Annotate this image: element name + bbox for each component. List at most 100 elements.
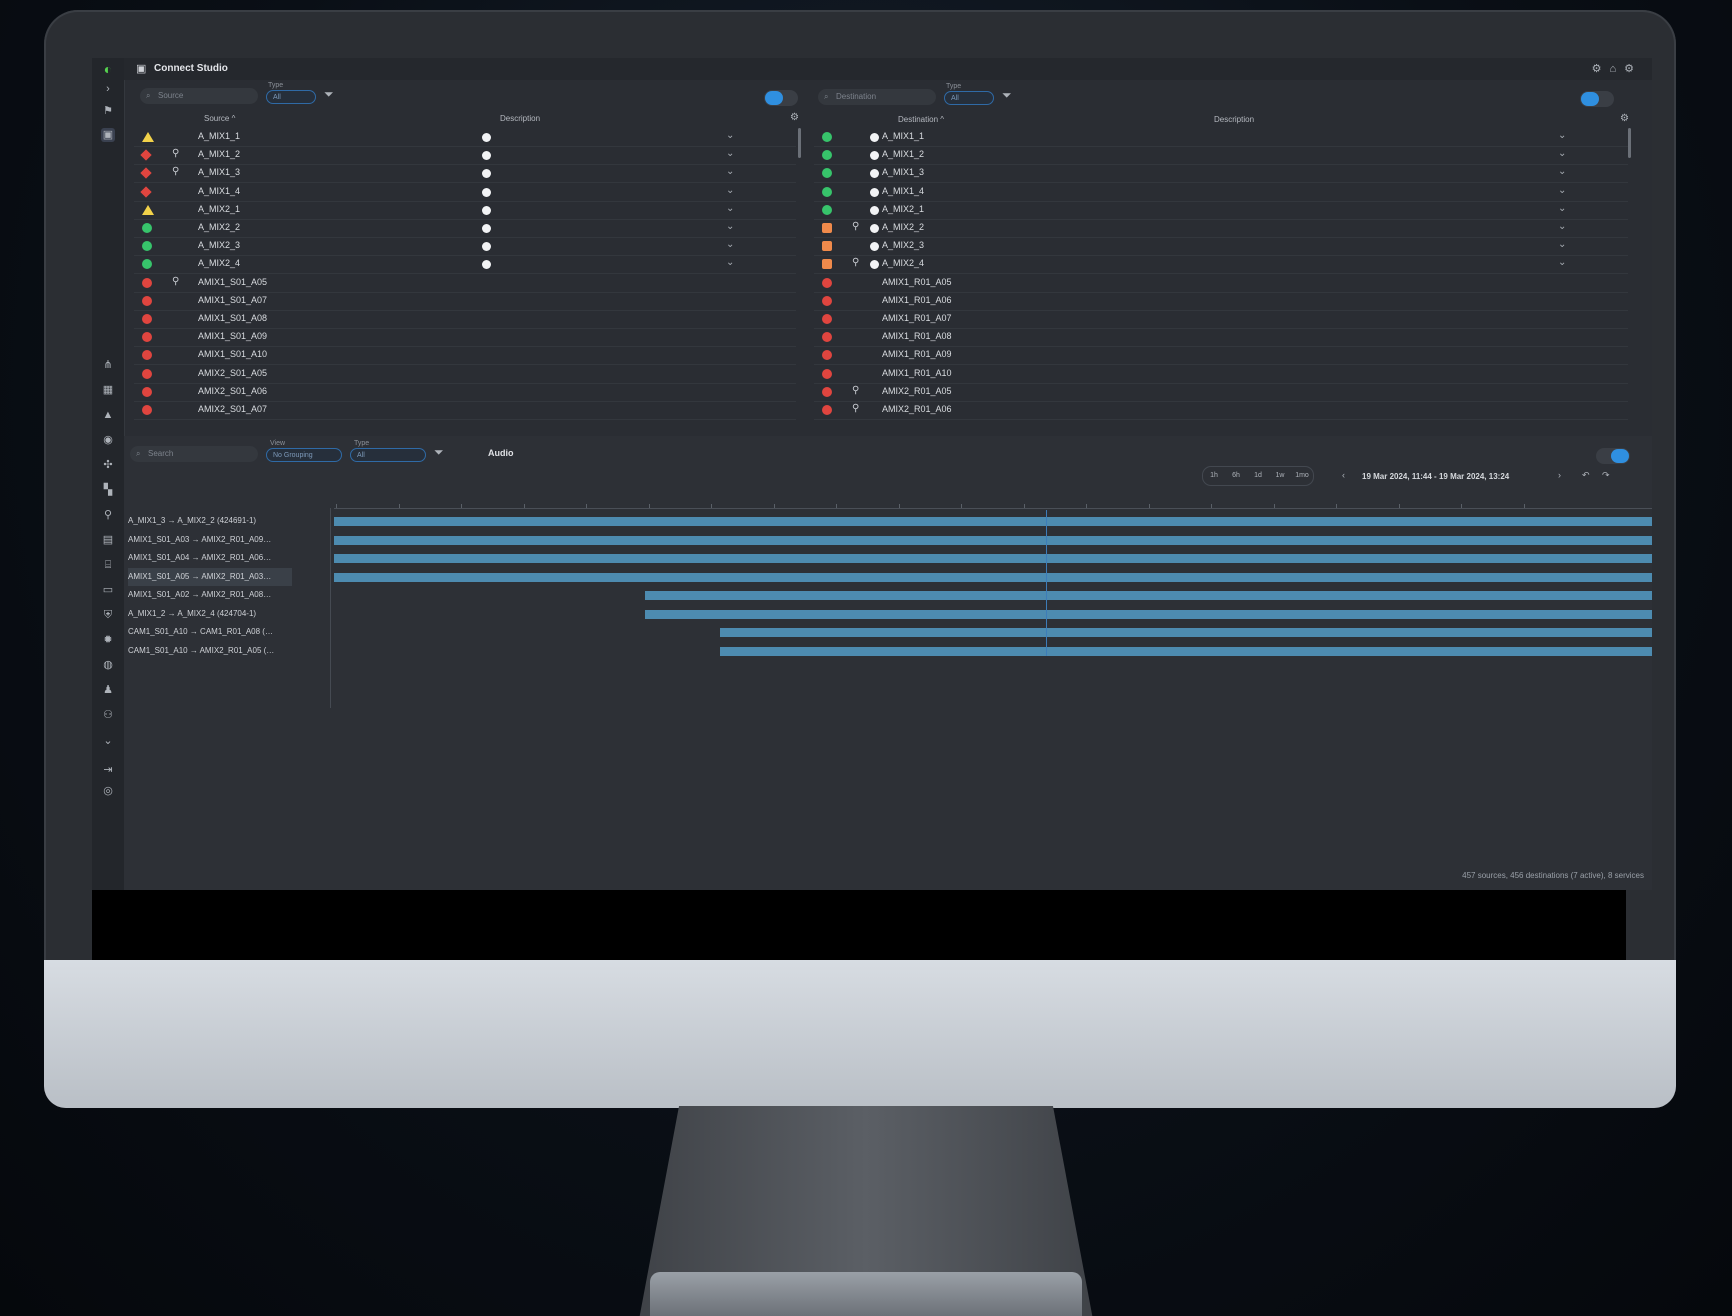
connection-bar[interactable] (334, 554, 1652, 563)
table-icon[interactable]: ▤ (101, 533, 115, 547)
timeline-row-label[interactable]: AMIX1_S01_A02 → AMIX2_R01_A08… (128, 586, 292, 604)
source-column-header[interactable]: Source ^ (204, 114, 235, 123)
network-icon[interactable]: ✣ (101, 458, 115, 472)
audio-tab[interactable]: Audio (488, 448, 514, 458)
chevron-down-icon[interactable]: ⌄ (726, 166, 734, 177)
range-1w-button[interactable]: 1w (1269, 467, 1291, 485)
chevron-down-icon[interactable]: ⌄ (1558, 185, 1566, 196)
timeline-row-label[interactable]: AMIX1_S01_A04 → AMIX2_R01_A06… (128, 549, 292, 567)
timeline-row-label[interactable]: AMIX1_S01_A05 → AMIX2_R01_A03… (128, 567, 292, 586)
routing-icon[interactable]: ⚑ (101, 104, 115, 118)
list-icon[interactable]: ▦ (101, 383, 115, 397)
pin-icon[interactable]: ⚲ (852, 403, 859, 414)
window-controls[interactable]: ⚙⌂⚙ (1592, 62, 1642, 75)
pin-icon[interactable]: ⚲ (852, 221, 859, 232)
source-settings-icon[interactable]: ⚙ (790, 112, 799, 123)
table-row[interactable]: AMIX2_S01_A06 (134, 383, 796, 402)
chevron-down-icon[interactable]: ⌄ (1558, 257, 1566, 268)
connection-bar[interactable] (645, 591, 1652, 600)
connection-bar[interactable] (720, 628, 1652, 637)
destination-view-toggle[interactable] (1580, 91, 1614, 107)
redo-icon[interactable]: ↷ (1602, 470, 1610, 481)
table-row[interactable]: A_MIX2_4 ⌄ (134, 255, 796, 275)
time-cursor[interactable] (1045, 510, 1047, 656)
pin-icon[interactable]: ⚲ (852, 385, 859, 396)
pin-icon[interactable]: ⚲ (172, 276, 179, 287)
connection-bar[interactable] (334, 535, 1652, 545)
table-row[interactable]: AMIX2_S01_A05 (134, 365, 796, 384)
connect-icon[interactable]: ▣ (101, 128, 115, 142)
user-icon[interactable]: ♟ (101, 683, 115, 697)
chevron-down-icon[interactable]: ⌄ (1558, 166, 1566, 177)
connection-bar[interactable] (334, 517, 1652, 526)
chevron-down-icon[interactable]: ⌄ (726, 148, 734, 159)
expand-chevron-icon[interactable]: › (101, 82, 115, 96)
document-icon[interactable]: ▭ (101, 583, 115, 597)
table-row[interactable]: AMIX2_S01_A07 (134, 401, 796, 420)
connection-bar[interactable] (645, 609, 1652, 619)
dashboard-icon[interactable]: ▚ (101, 483, 115, 497)
shield-icon[interactable]: ⛨ (101, 608, 115, 622)
connection-bar[interactable] (334, 572, 1652, 582)
source-scrollbar[interactable] (798, 128, 801, 158)
destination-search-input[interactable]: ⌕ Destination (818, 89, 936, 105)
table-row[interactable]: AMIX1_R01_A05 (814, 274, 1628, 293)
chevron-down-icon[interactable]: ⌄ (726, 130, 734, 141)
timeline-row-label[interactable]: A_MIX1_3 → A_MIX2_2 (424691-1) (128, 512, 292, 530)
chevron-down-icon[interactable]: ⌄ (1558, 221, 1566, 232)
chevron-down-icon[interactable]: ⌄ (726, 239, 734, 250)
undo-icon[interactable]: ↶ (1582, 470, 1590, 481)
table-row[interactable]: AMIX1_S01_A07 (134, 292, 796, 311)
globe-icon[interactable]: ◍ (101, 658, 115, 672)
range-6h-button[interactable]: 6h (1225, 467, 1247, 485)
destination-filter-icon[interactable]: ⏷ (1002, 88, 1012, 103)
table-row[interactable]: AMIX1_R01_A06 (814, 292, 1628, 311)
timeline-filter-icon[interactable]: ⏷ (434, 445, 444, 460)
table-row[interactable]: A_MIX2_3 ⌄ (814, 237, 1628, 257)
table-row[interactable]: A_MIX1_2 ⌄ (814, 146, 1628, 166)
table-row[interactable]: A_MIX1_4 ⌄ (134, 183, 796, 202)
table-row[interactable]: ⚲ A_MIX2_4 ⌄ (814, 255, 1628, 275)
alert-icon[interactable]: ▲ (101, 408, 115, 422)
timeline-row-label[interactable]: AMIX1_S01_A03 → AMIX2_R01_A09… (128, 531, 292, 549)
pin-icon[interactable]: ⚲ (852, 257, 859, 268)
range-1mo-button[interactable]: 1mo (1291, 467, 1313, 485)
chevron-down-icon[interactable]: ⌄ (1558, 203, 1566, 214)
table-row[interactable]: ⚲ A_MIX1_2 ⌄ (134, 146, 796, 166)
table-row[interactable]: AMIX1_S01_A09 (134, 328, 796, 348)
table-row[interactable]: A_MIX2_3 ⌄ (134, 237, 796, 257)
table-row[interactable]: A_MIX1_4 ⌄ (814, 183, 1628, 202)
table-row[interactable]: A_MIX1_3 ⌄ (814, 164, 1628, 184)
source-type-select[interactable]: All (266, 90, 316, 104)
table-row[interactable]: A_MIX2_1 ⌄ (134, 201, 796, 220)
table-row[interactable]: AMIX1_R01_A07 (814, 310, 1628, 329)
connection-bar[interactable] (720, 646, 1652, 656)
table-row[interactable]: A_MIX2_2 ⌄ (134, 219, 796, 238)
range-1h-button[interactable]: 1h (1203, 467, 1225, 485)
logout-icon[interactable]: ⇥ (101, 763, 115, 777)
timeline-row-label[interactable]: CAM1_S01_A10 → AMIX2_R01_A05 (… (128, 642, 292, 660)
table-row[interactable]: A_MIX2_1 ⌄ (814, 201, 1628, 220)
topology-icon[interactable]: ⋔ (101, 358, 115, 372)
destination-type-select[interactable]: All (944, 91, 994, 105)
destination-column-header[interactable]: Destination ^ (898, 115, 944, 124)
table-row[interactable]: AMIX1_R01_A08 (814, 328, 1628, 348)
account-icon[interactable]: ◎ (101, 784, 115, 798)
location-icon[interactable]: ⚲ (101, 508, 115, 522)
source-description-header[interactable]: Description (500, 114, 540, 123)
timeline-view-toggle[interactable] (1596, 448, 1630, 464)
pin-icon[interactable]: ⚲ (172, 166, 179, 177)
table-row[interactable]: AMIX1_R01_A09 (814, 346, 1628, 366)
range-1d-button[interactable]: 1d (1247, 467, 1269, 485)
table-row[interactable]: ⚲ AMIX2_R01_A05 (814, 383, 1628, 402)
next-range-icon[interactable]: › (1558, 470, 1561, 480)
chevron-down-icon[interactable]: ⌄ (1558, 130, 1566, 141)
prev-range-icon[interactable]: ‹ (1342, 470, 1345, 480)
table-row[interactable]: AMIX1_R01_A10 (814, 365, 1628, 384)
chevron-down-icon[interactable]: ⌄ (726, 185, 734, 196)
chevron-down-icon[interactable]: ⌄ (726, 221, 734, 232)
destination-description-header[interactable]: Description (1214, 115, 1254, 124)
table-row[interactable]: ⚲ AMIX2_R01_A06 (814, 401, 1628, 420)
table-row[interactable]: ⚲ A_MIX1_3 ⌄ (134, 164, 796, 184)
source-filter-icon[interactable]: ⏷ (324, 87, 334, 102)
